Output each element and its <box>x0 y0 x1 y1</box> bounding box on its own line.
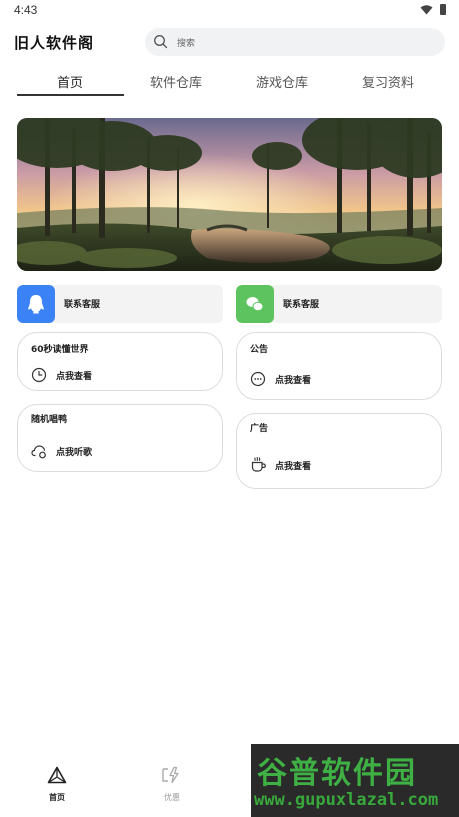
watermark-title: 谷普软件园 <box>257 756 417 791</box>
news-card[interactable]: 60秒读懂世界 点我查看 <box>17 332 223 391</box>
app-title: 旧人软件阁 <box>14 34 95 52</box>
status-bar: 4:43 <box>0 0 459 22</box>
tab-indicator <box>17 94 124 96</box>
status-time: 4:43 <box>14 3 38 17</box>
card-action: 点我查看 <box>275 462 312 472</box>
watermark-url: www.gupuxlazal.com <box>254 790 439 810</box>
card-title: 广告 <box>250 424 269 434</box>
card-title: 公告 <box>250 345 269 355</box>
chat-bubble-icon <box>250 371 266 387</box>
battery-icon <box>440 4 446 15</box>
music-card[interactable]: 随机唱鸭 点我听歌 <box>17 404 223 472</box>
card-action: 点我查看 <box>275 376 312 386</box>
site-watermark: 谷普软件园 www.gupuxlazal.com <box>251 744 459 817</box>
nav-home-label: 首页 <box>49 793 65 802</box>
tab-study[interactable]: 复习资料 <box>335 72 441 91</box>
banner-image[interactable] <box>17 118 442 271</box>
card-action: 点我查看 <box>56 372 93 382</box>
ads-card[interactable]: 广告 点我查看 <box>236 413 442 489</box>
search-icon <box>154 35 168 49</box>
qq-icon <box>17 285 55 323</box>
search-placeholder: 搜索 <box>177 39 196 49</box>
coffee-cup-icon <box>251 456 266 472</box>
app-bar: 旧人软件阁 搜索 <box>0 26 459 58</box>
card-action: 点我听歌 <box>56 448 93 458</box>
lightning-icon <box>162 766 179 784</box>
wechat-icon <box>236 285 274 323</box>
clock-icon <box>31 367 47 383</box>
contact-label: 联系客服 <box>64 300 101 310</box>
triangle-home-icon <box>47 766 67 784</box>
nav-deals-label: 优惠 <box>164 793 180 802</box>
forest-sunset-illustration <box>17 118 442 271</box>
card-title: 随机唱鸭 <box>31 415 68 425</box>
nav-home[interactable]: 首页 <box>27 766 87 803</box>
contact-support-qq-button[interactable]: 联系客服 <box>17 285 223 323</box>
card-title: 60秒读懂世界 <box>31 345 89 355</box>
notice-card[interactable]: 公告 点我查看 <box>236 332 442 400</box>
contact-label: 联系客服 <box>283 300 320 310</box>
tab-software[interactable]: 软件仓库 <box>123 72 229 91</box>
tab-games[interactable]: 游戏仓库 <box>229 72 335 91</box>
tab-home[interactable]: 首页 <box>17 72 123 91</box>
cloud-music-icon <box>31 445 46 459</box>
contact-support-wechat-button[interactable]: 联系客服 <box>236 285 442 323</box>
search-bar[interactable]: 搜索 <box>145 28 445 56</box>
nav-deals[interactable]: 优惠 <box>142 766 202 803</box>
wifi-icon <box>420 5 433 15</box>
